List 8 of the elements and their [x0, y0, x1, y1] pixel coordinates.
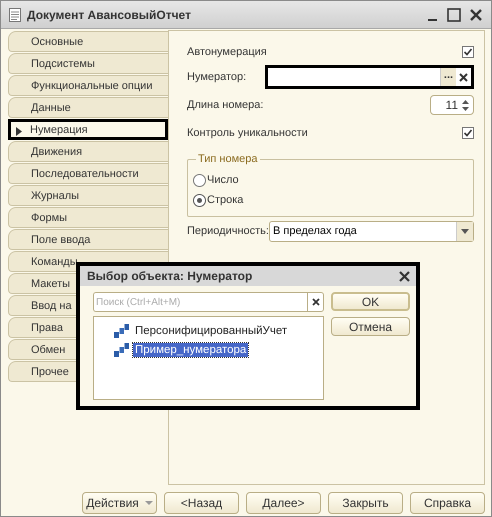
- group-title: Тип номера: [196, 153, 260, 165]
- field-label: Длина номера:: [187, 99, 264, 111]
- field-label: Контроль уникальности: [187, 127, 308, 139]
- field-label: Автонумерация: [187, 46, 267, 58]
- field-label: Нумератор:: [187, 71, 246, 83]
- dialog-title: Выбор объекта: Нумератор: [87, 269, 252, 283]
- window-title: Документ АвансовыйОтчет: [27, 8, 192, 22]
- field-label: Периодичность:: [187, 225, 269, 237]
